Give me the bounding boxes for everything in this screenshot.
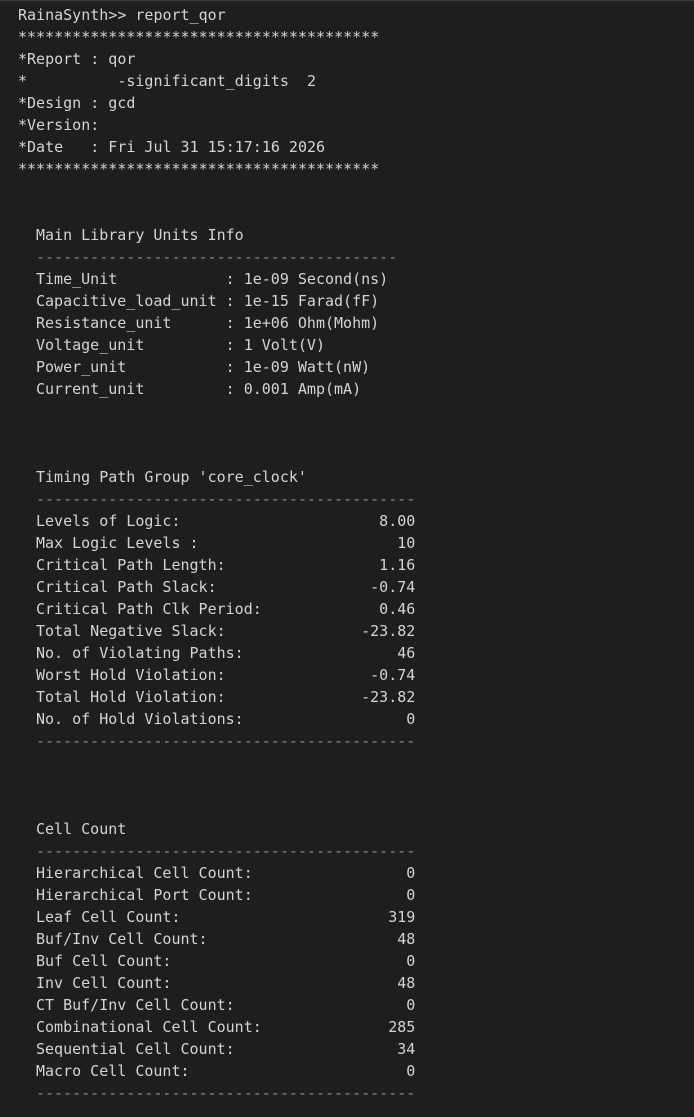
cell-count-row: Combinational Cell Count: 285 (36, 1018, 416, 1036)
unit-row: Resistance_unit : 1e+06 Ohm(Mohm) (36, 314, 380, 332)
terminal-output[interactable]: RainaSynth>> report_qor ****************… (0, 0, 694, 1117)
timing-row: No. of Hold Violations: 0 (36, 710, 416, 728)
timing-row: Total Negative Slack: -23.82 (36, 622, 416, 640)
unit-row: Power_unit : 1e-09 Watt(nW) (36, 358, 371, 376)
cells-section-title: Cell Count (36, 820, 127, 838)
timing-row: No. of Violating Paths: 46 (36, 644, 416, 662)
cell-count-row: Hierarchical Cell Count: 0 (36, 864, 416, 882)
cell-count-row: Leaf Cell Count: 319 (36, 908, 416, 926)
unit-row: Voltage_unit : 1 Volt(V) (36, 336, 325, 354)
cell-count-row: Hierarchical Port Count: 0 (36, 886, 416, 904)
units-section-title: Main Library Units Info (36, 226, 244, 244)
timing-separator: ----------------------------------------… (36, 490, 416, 508)
unit-row: Time_Unit : 1e-09 Second(ns) (36, 270, 389, 288)
units-separator: ---------------------------------------- (36, 248, 398, 266)
date-line: *Date : Fri Jul 31 15:17:16 2026 (18, 138, 326, 156)
command-prompt: RainaSynth>> report_qor (18, 6, 226, 24)
version-line: *Version: (18, 116, 100, 134)
unit-row: Current_unit : 0.001 Amp(mA) (36, 380, 362, 398)
timing-row: Critical Path Clk Period: 0.46 (36, 600, 416, 618)
design-line: *Design : gcd (18, 94, 136, 112)
cell-count-row: Inv Cell Count: 48 (36, 974, 416, 992)
cell-count-row: CT Buf/Inv Cell Count: 0 (36, 996, 416, 1014)
timing-row: Total Hold Violation: -23.82 (36, 688, 416, 706)
star-separator: **************************************** (18, 28, 380, 46)
cell-count-row: Buf/Inv Cell Count: 48 (36, 930, 416, 948)
timing-separator: ----------------------------------------… (36, 732, 416, 750)
cells-separator: ----------------------------------------… (36, 1084, 416, 1102)
report-line: *Report : qor (18, 50, 136, 68)
cell-count-row: Buf Cell Count: 0 (36, 952, 416, 970)
timing-row: Worst Hold Violation: -0.74 (36, 666, 416, 684)
cells-separator: ----------------------------------------… (36, 842, 416, 860)
timing-row: Critical Path Slack: -0.74 (36, 578, 416, 596)
timing-row: Critical Path Length: 1.16 (36, 556, 416, 574)
timing-section-title: Timing Path Group 'core_clock' (36, 468, 307, 486)
timing-row: Levels of Logic: 8.00 (36, 512, 416, 530)
timing-row: Max Logic Levels : 10 (36, 534, 416, 552)
star-separator: **************************************** (18, 160, 380, 178)
unit-row: Capacitive_load_unit : 1e-15 Farad(fF) (36, 292, 380, 310)
sig-digits-line: * -significant_digits 2 (18, 72, 317, 90)
cell-count-row: Sequential Cell Count: 34 (36, 1040, 416, 1058)
cell-count-row: Macro Cell Count: 0 (36, 1062, 416, 1080)
